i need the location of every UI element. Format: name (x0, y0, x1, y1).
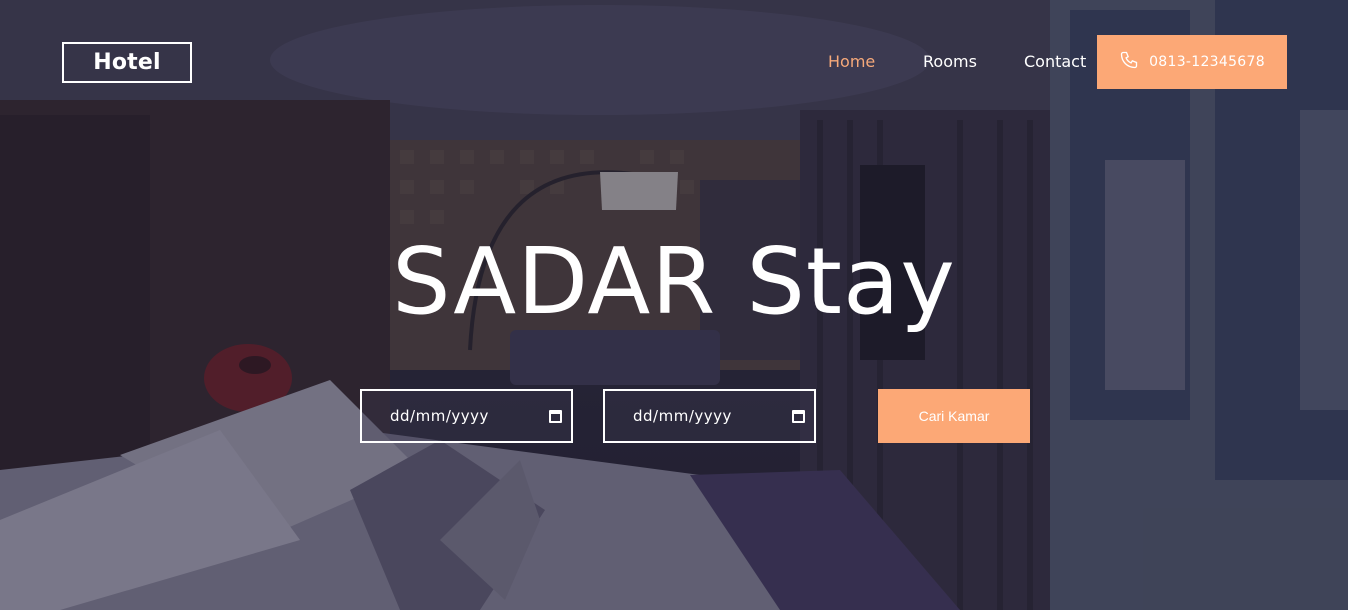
calendar-icon[interactable] (792, 409, 805, 423)
page-title: SADAR Stay (392, 228, 956, 335)
calendar-icon[interactable] (549, 409, 562, 423)
checkin-date-input[interactable]: dd/mm/yyyy (360, 389, 573, 443)
checkout-date-placeholder: dd/mm/yyyy (633, 407, 732, 425)
nav-contact[interactable]: Contact (1024, 52, 1086, 71)
phone-icon (1119, 50, 1139, 74)
phone-button[interactable]: 0813-12345678 (1097, 35, 1287, 89)
checkout-date-input[interactable]: dd/mm/yyyy (603, 389, 816, 443)
nav-home[interactable]: Home (828, 52, 875, 71)
nav-rooms[interactable]: Rooms (923, 52, 977, 71)
hotel-logo[interactable]: Hotel (62, 42, 192, 83)
phone-number: 0813-12345678 (1149, 54, 1265, 70)
checkin-date-placeholder: dd/mm/yyyy (390, 407, 489, 425)
search-room-button[interactable]: Cari Kamar (878, 389, 1030, 443)
